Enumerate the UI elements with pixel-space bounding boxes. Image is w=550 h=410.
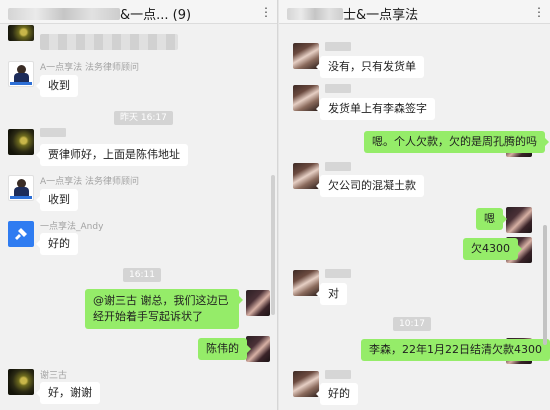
sender-name [325,162,354,173]
message-bubble[interactable]: 嗯 [476,208,507,230]
message-bubble[interactable]: 欠4300 [463,238,522,260]
sender-name: A一点享法 法务律师顾问 [40,63,140,73]
message-bubble[interactable]: 没有，只有发货单 [316,56,424,78]
message-bubble[interactable]: 好的 [36,233,78,255]
message-bubble[interactable]: 嗯。个人欠款，欠的是周孔腾的吗 [364,131,549,153]
avatar[interactable] [8,221,34,247]
right-title-bar: 士&一点享法 ⋮ [279,0,550,24]
message-bubble[interactable]: 对 [316,283,347,305]
right-more-menu-icon[interactable]: ⋮ [532,4,546,20]
blurred-title-part [287,8,343,20]
right-chat-title[interactable]: 士&一点享法 [287,4,418,23]
avatar[interactable] [8,369,34,395]
sender-name [325,370,354,381]
avatar[interactable] [8,129,34,155]
left-title-bar: &一点... (9) ⋮ [0,0,277,24]
right-chat-window: 士&一点享法 ⋮ 没有，只有发货单 发货单上有李森签字 嗯。个人欠款，欠的是周孔… [279,0,550,410]
hammer-icon [15,228,27,240]
sender-name [325,84,354,95]
message-bubble[interactable]: 收到 [36,75,78,97]
message-bubble[interactable]: 李森，22年1月22日结清欠款4300 [361,339,550,361]
sender-name [325,269,354,280]
message-bubble[interactable]: 好，谢谢 [36,382,100,404]
right-scrollbar[interactable] [543,225,547,345]
left-message-list[interactable]: A一点享法 法务律师顾问 收到 昨天 16:17 贾律师好，上面是陈伟地址 A一… [0,25,277,410]
timestamp: 10:17 [393,317,431,331]
message-bubble[interactable]: 欠公司的混凝土款 [316,175,424,197]
message-bubble[interactable]: 收到 [36,189,78,211]
timestamp: 昨天 16:17 [114,111,173,125]
sender-name: 谢三古 [40,371,68,381]
left-scrollbar[interactable] [271,175,275,315]
right-message-list[interactable]: 没有，只有发货单 发货单上有李森签字 嗯。个人欠款，欠的是周孔腾的吗 欠公司的混… [279,25,550,410]
message-bubble[interactable]: 发货单上有李森签字 [316,98,435,120]
avatar[interactable] [8,175,34,201]
sender-name [325,42,354,53]
sender-name: A一点享法 法务律师顾问 [40,177,140,187]
sender-name: 一点享法_Andy [40,222,104,232]
message-bubble[interactable]: @谢三古 谢总，我们这边已经开始着手写起诉状了 [85,289,243,329]
left-chat-title[interactable]: &一点... (9) [8,4,191,23]
avatar[interactable] [8,25,34,41]
avatar[interactable] [506,207,532,233]
avatar[interactable] [246,290,270,316]
message-bubble[interactable]: 陈伟的 [198,338,251,360]
blurred-message [40,34,178,50]
blurred-title-part [8,8,120,20]
sender-name [40,128,69,139]
timestamp: 16:11 [123,268,161,282]
left-chat-window: &一点... (9) ⋮ A一点享法 法务律师顾问 收到 昨天 16:17 贾律… [0,0,278,410]
message-bubble[interactable]: 贾律师好，上面是陈伟地址 [36,144,188,166]
left-more-menu-icon[interactable]: ⋮ [259,4,273,20]
message-bubble[interactable]: 好的 [316,383,358,405]
avatar[interactable] [8,61,34,87]
